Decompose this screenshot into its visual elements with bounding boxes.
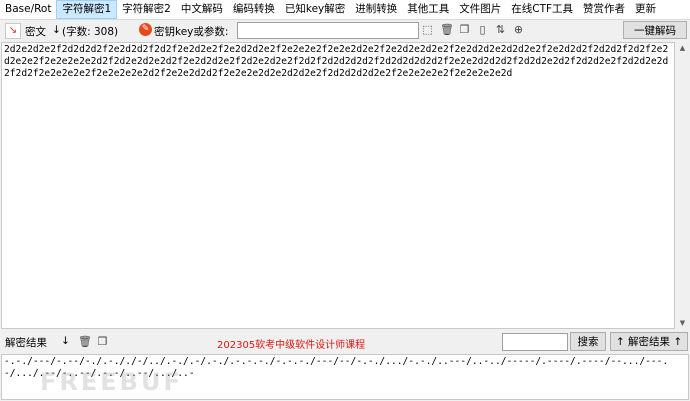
- result-button-label: 解密结果: [628, 336, 670, 348]
- scroll-down-icon[interactable]: ▼: [676, 319, 689, 327]
- result-toolbar: 解密结果 ↓ 🗑 ❐ 202305软考中级软件设计师课程 搜索 ↑ 解密结果 ↑: [0, 331, 690, 353]
- copy-icon[interactable]: ❐: [96, 335, 109, 349]
- menu-item-8[interactable]: 文件图片: [454, 1, 506, 18]
- menu-item-3[interactable]: 中文解码: [176, 1, 228, 18]
- cipher-toolbar: ↘ 密文 ↓ (字数: 308) ✎ 密钥key或参数: ⬚ 🗑 ❐ ▯ ⇅ ⊕…: [0, 20, 690, 42]
- menu-bar: Base/Rot 字符解密1 字符解密2 中文解码 编码转换 已知key解密 进制转换 其他工…: [0, 0, 690, 20]
- menu-item-10[interactable]: 赞赏作者: [578, 1, 630, 18]
- result-label: 解密结果: [5, 337, 47, 349]
- select-icon[interactable]: ⬚: [421, 23, 434, 37]
- pencil-icon: ✎: [139, 23, 152, 36]
- char-count: (字数: 308): [62, 26, 119, 38]
- menu-item-11[interactable]: 更新: [630, 1, 661, 18]
- result-area[interactable]: -.-./---/-.--/-./.-././-/../.-./.-/.-./.…: [1, 354, 689, 400]
- trash-icon[interactable]: 🗑: [78, 335, 92, 349]
- key-label: 密钥key或参数:: [154, 26, 229, 38]
- scroll-up-icon[interactable]: ▲: [676, 44, 689, 52]
- result-up-button[interactable]: ↑ 解密结果 ↑: [610, 332, 688, 351]
- arrow-down-icon: ↓: [61, 335, 70, 347]
- up-icon[interactable]: ⊕: [512, 23, 525, 37]
- search-button[interactable]: 搜索: [570, 332, 606, 351]
- key-input[interactable]: [237, 22, 419, 39]
- arrow-down-icon: ↓: [52, 24, 61, 36]
- paste-icon[interactable]: ▯: [476, 23, 489, 37]
- cipher-scrollbar[interactable]: ▲ ▼: [676, 42, 689, 329]
- menu-item-7[interactable]: 其他工具: [402, 1, 454, 18]
- swap-icon[interactable]: ⇅: [494, 23, 507, 37]
- menu-item-9[interactable]: 在线CTF工具: [506, 1, 578, 18]
- menu-item-4[interactable]: 编码转换: [228, 1, 280, 18]
- menu-item-2[interactable]: 字符解密2: [117, 1, 176, 18]
- clear-red-icon[interactable]: ↘: [5, 23, 21, 39]
- menu-item-0[interactable]: Base/Rot: [0, 1, 56, 18]
- menu-item-6[interactable]: 进制转换: [350, 1, 402, 18]
- copy-icon[interactable]: ❐: [458, 23, 471, 37]
- one-click-decode-button[interactable]: 一键解码: [623, 21, 687, 39]
- ciphertext-label: 密文: [25, 26, 46, 38]
- menu-item-1[interactable]: 字符解密1: [56, 0, 118, 19]
- menu-item-5[interactable]: 已知key解密: [280, 1, 350, 18]
- ciphertext-area[interactable]: 2d2e2d2e2f2d2d2d2f2e2d2d2f2d2f2e2d2e2f2e…: [1, 42, 675, 329]
- search-input[interactable]: [502, 333, 568, 351]
- promo-link[interactable]: 202305软考中级软件设计师课程: [217, 336, 365, 351]
- trash-icon[interactable]: 🗑: [440, 23, 454, 37]
